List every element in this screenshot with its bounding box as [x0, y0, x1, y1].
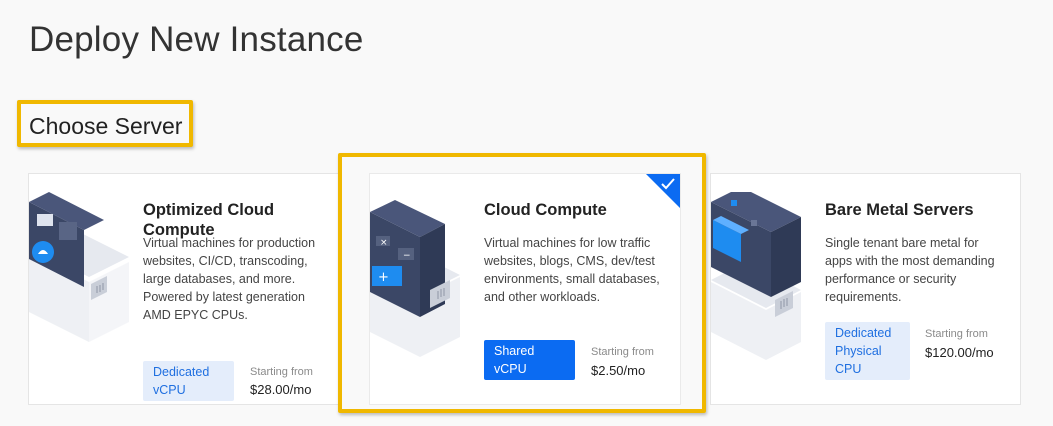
- card-title: Cloud Compute: [484, 201, 607, 219]
- section-title: Choose Server: [29, 113, 183, 139]
- price-label: Starting from: [250, 366, 313, 378]
- price-value: $2.50/mo: [591, 363, 646, 378]
- section-title-highlight: Choose Server: [17, 100, 193, 147]
- server-card-bare-metal[interactable]: Bare Metal Servers Single tenant bare me…: [710, 173, 1021, 405]
- price-label: Starting from: [591, 346, 654, 358]
- server-illustration-optimized: [29, 192, 129, 342]
- cpu-type-badge: Shared vCPU: [484, 340, 575, 380]
- price-value: $120.00/mo: [925, 345, 994, 360]
- server-card-cloud-compute[interactable]: × − + Cloud Compute Virtual machines for…: [369, 173, 681, 405]
- svg-text:−: −: [403, 251, 411, 261]
- card-title: Bare Metal Servers: [825, 201, 974, 219]
- server-card-optimized-cloud-compute[interactable]: Optimized Cloud Compute Virtual machines…: [28, 173, 340, 405]
- price-label: Starting from: [925, 328, 988, 340]
- cpu-type-badge: Dedicated vCPU: [143, 361, 234, 401]
- card-description: Virtual machines for production websites…: [143, 236, 316, 322]
- server-illustration-bare-metal: [711, 192, 801, 360]
- server-illustration-cloud: × − +: [370, 200, 460, 357]
- page-title: Deploy New Instance: [29, 20, 364, 59]
- svg-text:+: +: [378, 270, 389, 285]
- card-description: Virtual machines for low traffic website…: [484, 236, 660, 304]
- check-icon: [646, 174, 680, 208]
- card-description: Single tenant bare metal for apps with t…: [825, 236, 995, 304]
- svg-text:×: ×: [380, 238, 388, 248]
- cpu-type-badge: Dedicated Physical CPU: [825, 322, 910, 380]
- price-value: $28.00/mo: [250, 382, 312, 397]
